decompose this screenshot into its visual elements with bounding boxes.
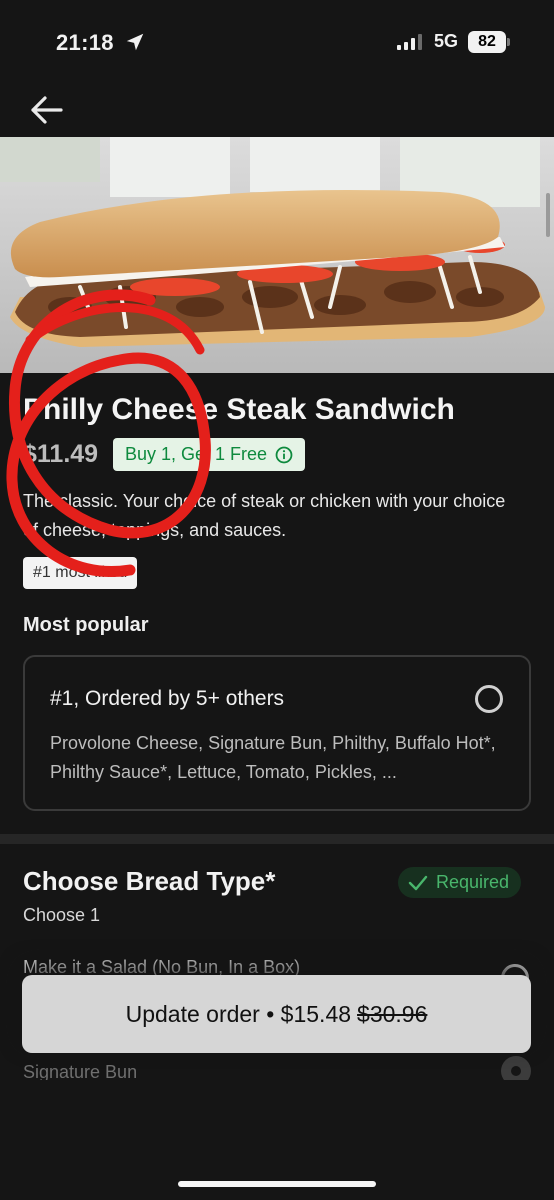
popularity-tag: #1 most liked — [23, 557, 138, 589]
item-title: Philly Cheese Steak Sandwich — [23, 393, 455, 426]
required-badge: Required — [398, 867, 522, 898]
battery-tip — [507, 38, 510, 46]
status-bar: 21:18 5G 82 — [0, 0, 554, 80]
popular-option-title: #1, Ordered by 5+ others — [50, 687, 285, 710]
status-time: 21:18 — [56, 30, 114, 55]
back-button[interactable] — [24, 90, 68, 130]
home-indicator[interactable] — [178, 1181, 376, 1187]
check-icon — [408, 875, 428, 890]
back-arrow-icon — [31, 96, 63, 124]
battery-level: 82 — [468, 31, 506, 53]
item-description: The classic. Your choice of steak or chi… — [23, 491, 506, 540]
signal-icon — [397, 34, 422, 50]
bread-type-heading: Choose Bread Type* — [23, 866, 276, 896]
required-label: Required — [436, 872, 510, 892]
network-type: 5G — [434, 31, 459, 51]
update-order-label: Update order • $15.48 — [125, 1000, 352, 1027]
popular-option-card[interactable]: #1, Ordered by 5+ others Provolone Chees… — [23, 655, 531, 811]
promo-label: Buy 1, Get 1 Free — [125, 444, 268, 464]
info-icon — [275, 446, 293, 463]
scrollbar[interactable] — [546, 193, 550, 237]
section-most-popular: Most popular — [23, 614, 149, 636]
location-arrow-icon — [126, 33, 144, 51]
original-price: $30.96 — [357, 1000, 428, 1027]
popular-option-description: Provolone Cheese, Signature Bun, Philthy… — [50, 733, 496, 782]
sandwich-illustration — [0, 137, 554, 373]
item-photo — [0, 137, 554, 373]
promo-badge[interactable]: Buy 1, Get 1 Free — [113, 438, 306, 471]
section-divider — [0, 834, 554, 844]
popular-option-radio[interactable] — [475, 685, 503, 713]
update-order-button[interactable]: Update order • $15.48 $30.96 — [22, 975, 531, 1053]
bread-type-subtitle: Choose 1 — [23, 905, 101, 925]
item-price: $11.49 — [23, 440, 99, 468]
